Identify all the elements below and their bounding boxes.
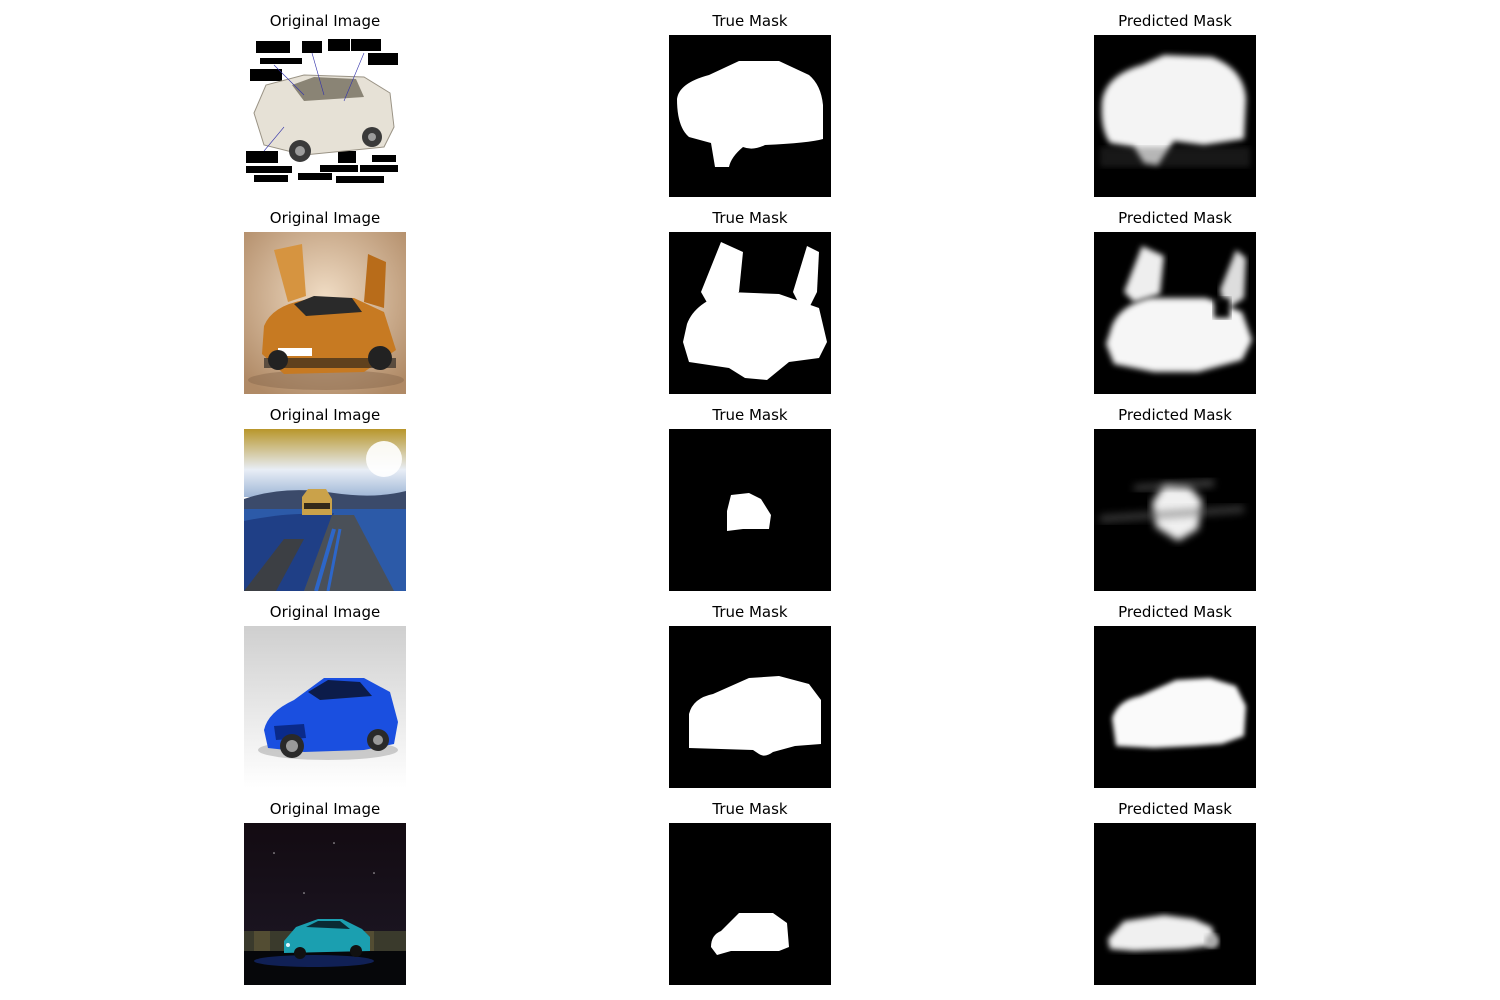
original-image-row5 (244, 823, 406, 985)
true-mask-row3 (669, 429, 831, 591)
original-image-row2 (244, 232, 406, 394)
title-true-mask-row5: True Mask (712, 800, 788, 818)
true-mask-row1 (669, 35, 831, 197)
original-image-row4 (244, 626, 406, 788)
title-predicted-mask-row5: Predicted Mask (1118, 800, 1232, 818)
title-original-row1: Original Image (269, 12, 381, 30)
title-predicted-mask-row2: Predicted Mask (1118, 209, 1232, 227)
title-original-row4: Original Image (269, 603, 381, 621)
title-predicted-mask-row3: Predicted Mask (1118, 406, 1232, 424)
title-true-mask-row4: True Mask (712, 603, 788, 621)
predicted-mask-row4 (1094, 626, 1256, 788)
predicted-mask-row1 (1094, 35, 1256, 197)
predicted-mask-row2 (1094, 232, 1256, 394)
original-image-row1 (244, 35, 406, 197)
title-true-mask-row1: True Mask (712, 12, 788, 30)
true-mask-row5 (669, 823, 831, 985)
title-original-row5: Original Image (269, 800, 381, 818)
title-original-row3: Original Image (269, 406, 381, 424)
original-image-row3 (244, 429, 406, 591)
predicted-mask-row3 (1094, 429, 1256, 591)
title-true-mask-row2: True Mask (712, 209, 788, 227)
predicted-mask-row5 (1094, 823, 1256, 985)
title-original-row2: Original Image (269, 209, 381, 227)
true-mask-row4 (669, 626, 831, 788)
title-predicted-mask-row1: Predicted Mask (1118, 12, 1232, 30)
title-predicted-mask-row4: Predicted Mask (1118, 603, 1232, 621)
true-mask-row2 (669, 232, 831, 394)
title-true-mask-row3: True Mask (712, 406, 788, 424)
